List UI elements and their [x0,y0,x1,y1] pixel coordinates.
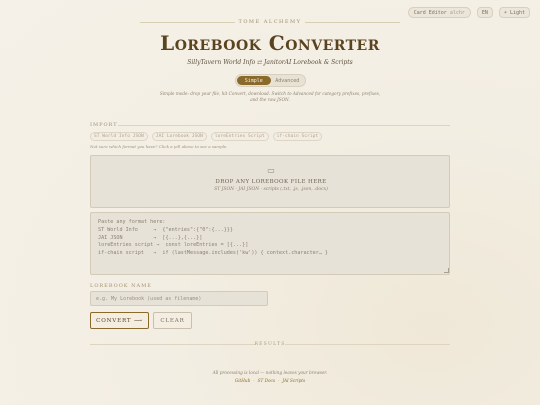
page-subtitle: SillyTavern World Info ⇄ JanitorAI Loreb… [187,59,353,66]
clear-button[interactable]: CLEAR [153,312,192,329]
mode-hint: Simple mode: drop your file, hit Convert… [0,91,540,103]
chip-jai-lorebook[interactable]: JAI Lorebook JSON [151,132,207,141]
st-docs-link[interactable]: ST Docs [258,378,275,383]
results-divider-right [285,344,450,345]
import-section-label: IMPORT [90,122,118,128]
card-editor-suffix: alchr [449,9,465,16]
footer-separator: · [253,378,255,383]
kicker-divider-right [305,22,400,23]
results-section-label: RESULTS [254,342,286,347]
kicker-text: TOME ALCHEMY [238,19,302,25]
upload-tray-icon: ▭ [267,166,275,175]
format-chips: ST World Info JSON JAI Lorebook JSON lor… [90,132,323,141]
page-title: Lorebook Converter [160,31,380,55]
chip-st-world-info[interactable]: ST World Info JSON [90,132,148,141]
theme-toggle-button[interactable]: ☀ Light [498,7,530,18]
language-button[interactable]: EN [476,7,493,18]
import-divider [118,125,450,126]
chip-hint: Not sure which format you have? Click a … [90,144,228,149]
card-editor-button[interactable]: Card Editor alchr [407,7,471,18]
chip-loreentries-script[interactable]: loreEntries Script [210,132,269,141]
github-link[interactable]: GitHub [235,378,250,383]
top-toolbar: Card Editor alchr EN ☀ Light [407,7,530,18]
mode-hint-line-2: and the raw JSON. [250,97,290,102]
jai-scripts-link[interactable]: JAI Scripts [282,378,305,383]
dropzone-formats: ST JSON · JAI JSON · scripts (.txt, .js,… [214,187,328,192]
mode-advanced-button[interactable]: Advanced [271,76,305,85]
dropzone-title: DROP ANY LOREBOOK FILE HERE [215,179,327,185]
mode-toggle: Simple Advanced [235,74,306,87]
file-dropzone[interactable]: ▭ DROP ANY LOREBOOK FILE HERE ST JSON · … [90,155,450,208]
chip-if-chain-script[interactable]: if-chain Script [272,132,323,141]
footer-links: GitHub · ST Docs · JAI Scripts [0,378,540,383]
lorebook-name-input[interactable]: e.g. My Lorebook (used as filename) [90,291,268,306]
mode-simple-button[interactable]: Simple [237,76,271,85]
paste-textarea[interactable]: Paste any format here: ST World Info → {… [90,212,450,275]
privacy-note: All processing is local — nothing leaves… [212,370,328,375]
textarea-resize-handle[interactable] [444,268,449,273]
lorebook-name-label: LOREBOOK NAME [90,283,152,289]
footer-separator: · [278,378,280,383]
convert-button[interactable]: CONVERT ⟶ [90,312,149,329]
card-editor-label: Card Editor [413,9,447,16]
